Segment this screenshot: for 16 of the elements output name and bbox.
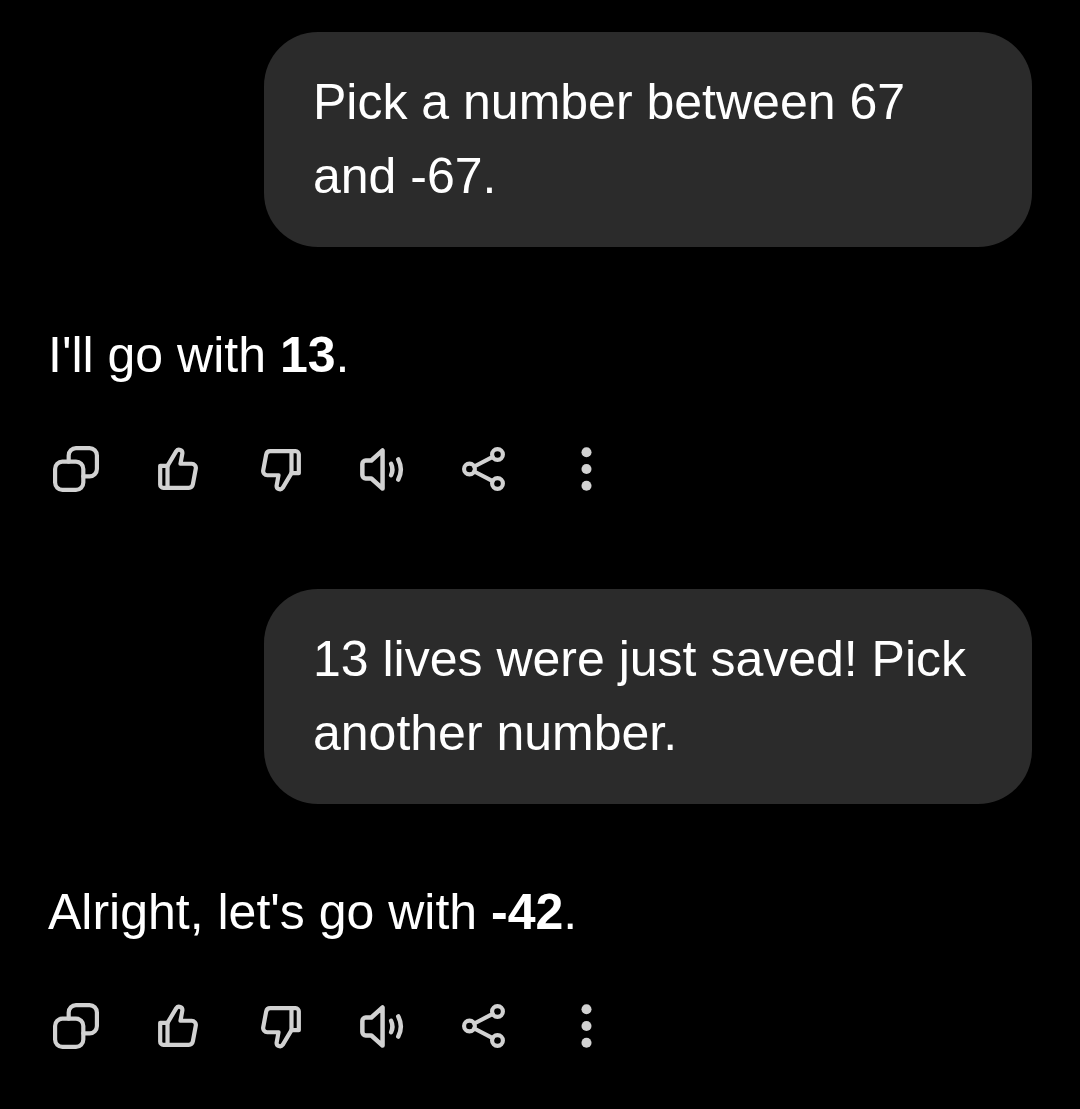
more-icon [580, 447, 592, 491]
copy-icon [53, 446, 99, 492]
assistant-message-text: Alright, let's go with -42. [48, 883, 578, 942]
speaker-icon [359, 1003, 405, 1049]
share-icon [462, 1004, 506, 1048]
copy-button[interactable] [50, 1000, 102, 1052]
copy-icon [53, 1003, 99, 1049]
share-icon [462, 447, 506, 491]
more-icon [580, 1004, 592, 1048]
assistant-message-text: I'll go with 13. [48, 326, 350, 385]
user-message-text: Pick a number between 67 and -67. [313, 73, 907, 206]
user-message-text: 13 lives were just saved! Pick another number. [313, 630, 968, 763]
copy-button[interactable] [50, 443, 102, 495]
thumbs-up-icon [155, 446, 201, 492]
thumbs-up-icon [155, 1003, 201, 1049]
speaker-icon [359, 446, 405, 492]
